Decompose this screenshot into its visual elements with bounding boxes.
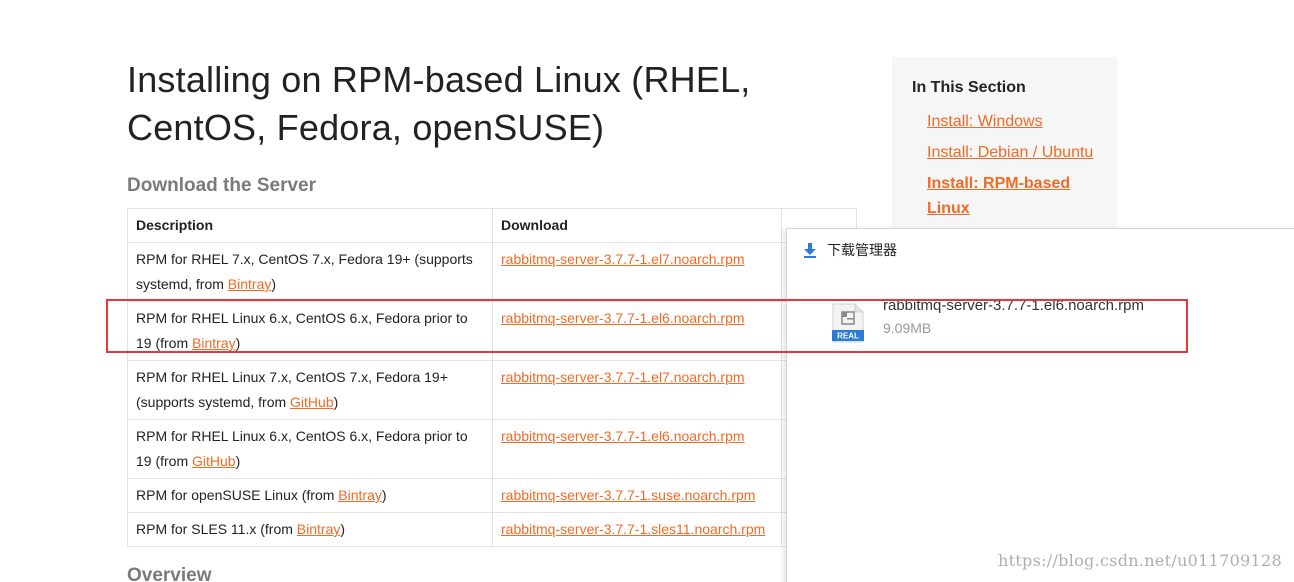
source-link[interactable]: Bintray <box>228 276 272 292</box>
sidebar-link-rpm[interactable]: Install: RPM-based Linux <box>927 175 1070 217</box>
download-link[interactable]: rabbitmq-server-3.7.7-1.suse.noarch.rpm <box>501 487 755 503</box>
description-text: RPM for RHEL 7.x, CentOS 7.x, Fedora 19+… <box>136 251 473 292</box>
row-description: RPM for RHEL Linux 6.x, CentOS 6.x, Fedo… <box>127 419 493 479</box>
description-suffix: ) <box>271 276 277 292</box>
row-description: RPM for RHEL 7.x, CentOS 7.x, Fedora 19+… <box>127 242 493 302</box>
download-file-size: 9.09MB <box>883 320 932 336</box>
table-row: RPM for SLES 11.x (from Bintray) rabbitm… <box>127 512 857 547</box>
page: Installing on RPM-based Linux (RHEL, Cen… <box>0 0 1294 582</box>
row-description: RPM for RHEL Linux 7.x, CentOS 7.x, Fedo… <box>127 360 493 420</box>
sidebar-link-debian[interactable]: Install: Debian / Ubuntu <box>927 144 1093 161</box>
download-item[interactable]: REAL rabbitmq-server-3.7.7-1.el6.noarch.… <box>831 295 1291 345</box>
description-suffix: ) <box>333 394 339 410</box>
row-download: rabbitmq-server-3.7.7-1.el7.noarch.rpm <box>492 242 782 302</box>
sidebar-item-windows: Install: Windows <box>927 109 1097 134</box>
download-link[interactable]: rabbitmq-server-3.7.7-1.el6.noarch.rpm <box>501 310 745 326</box>
description-suffix: ) <box>235 453 241 469</box>
source-link[interactable]: GitHub <box>192 453 236 469</box>
table-row: RPM for RHEL Linux 6.x, CentOS 6.x, Fedo… <box>127 301 857 361</box>
downloads-table: Description Download RPM for RHEL 7.x, C… <box>127 208 857 547</box>
header-description: Description <box>127 208 493 243</box>
table-row: RPM for RHEL Linux 7.x, CentOS 7.x, Fedo… <box>127 360 857 420</box>
page-title: Installing on RPM-based Linux (RHEL, Cen… <box>127 59 751 148</box>
row-description: RPM for RHEL Linux 6.x, CentOS 6.x, Fedo… <box>127 301 493 361</box>
description-text: RPM for RHEL Linux 6.x, CentOS 6.x, Fedo… <box>136 310 468 351</box>
description-suffix: ) <box>381 487 387 503</box>
download-file-name: rabbitmq-server-3.7.7-1.el6.noarch.rpm <box>883 297 1144 314</box>
download-link[interactable]: rabbitmq-server-3.7.7-1.el6.noarch.rpm <box>501 428 745 444</box>
download-link[interactable]: rabbitmq-server-3.7.7-1.sles11.noarch.rp… <box>501 521 765 537</box>
row-description: RPM for openSUSE Linux (from Bintray) <box>127 478 493 513</box>
rpm-file-icon: REAL <box>832 303 864 343</box>
sidebar-title: In This Section <box>912 79 1026 96</box>
source-link[interactable]: Bintray <box>338 487 382 503</box>
row-download: rabbitmq-server-3.7.7-1.sles11.noarch.rp… <box>492 512 782 547</box>
row-description: RPM for SLES 11.x (from Bintray) <box>127 512 493 547</box>
header-download: Download <box>492 208 782 243</box>
download-manager-header[interactable]: 下载管理器 <box>803 240 897 260</box>
description-text: RPM for openSUSE Linux (from <box>136 487 339 503</box>
row-download: rabbitmq-server-3.7.7-1.el6.noarch.rpm <box>492 419 782 479</box>
source-link[interactable]: Bintray <box>192 335 236 351</box>
table-row: RPM for RHEL 7.x, CentOS 7.x, Fedora 19+… <box>127 242 857 302</box>
description-text: RPM for SLES 11.x (from <box>136 521 297 537</box>
source-link[interactable]: GitHub <box>290 394 334 410</box>
file-badge-label: REAL <box>837 332 859 341</box>
download-manager-panel: 下载管理器 REAL rabbitmq-server-3.7.7-1.el6.n… <box>786 228 1294 582</box>
sidebar-item-rpm: Install: RPM-based Linux <box>927 171 1097 221</box>
description-suffix: ) <box>235 335 241 351</box>
source-link[interactable]: Bintray <box>297 521 341 537</box>
description-text: RPM for RHEL Linux 6.x, CentOS 6.x, Fedo… <box>136 428 468 469</box>
table-row: RPM for openSUSE Linux (from Bintray) ra… <box>127 478 857 513</box>
sidebar-list: Install: Windows Install: Debian / Ubunt… <box>927 109 1097 227</box>
download-arrow-icon <box>804 243 816 258</box>
table-header-row: Description Download <box>127 208 857 243</box>
overview-heading: Overview <box>127 565 212 582</box>
row-download: rabbitmq-server-3.7.7-1.el7.noarch.rpm <box>492 360 782 420</box>
row-download: rabbitmq-server-3.7.7-1.el6.noarch.rpm <box>492 301 782 361</box>
row-download: rabbitmq-server-3.7.7-1.suse.noarch.rpm <box>492 478 782 513</box>
download-link[interactable]: rabbitmq-server-3.7.7-1.el7.noarch.rpm <box>501 251 745 267</box>
description-suffix: ) <box>340 521 346 537</box>
sidebar-item-debian: Install: Debian / Ubuntu <box>927 140 1097 165</box>
download-link[interactable]: rabbitmq-server-3.7.7-1.el7.noarch.rpm <box>501 369 745 385</box>
sidebar-link-windows[interactable]: Install: Windows <box>927 113 1043 130</box>
table-row: RPM for RHEL Linux 6.x, CentOS 6.x, Fedo… <box>127 419 857 479</box>
download-manager-title: 下载管理器 <box>827 243 897 259</box>
watermark: https://blog.csdn.net/u011709128 <box>997 551 1282 570</box>
download-heading: Download the Server <box>127 175 316 196</box>
main-content: Installing on RPM-based Linux (RHEL, Cen… <box>127 56 857 582</box>
